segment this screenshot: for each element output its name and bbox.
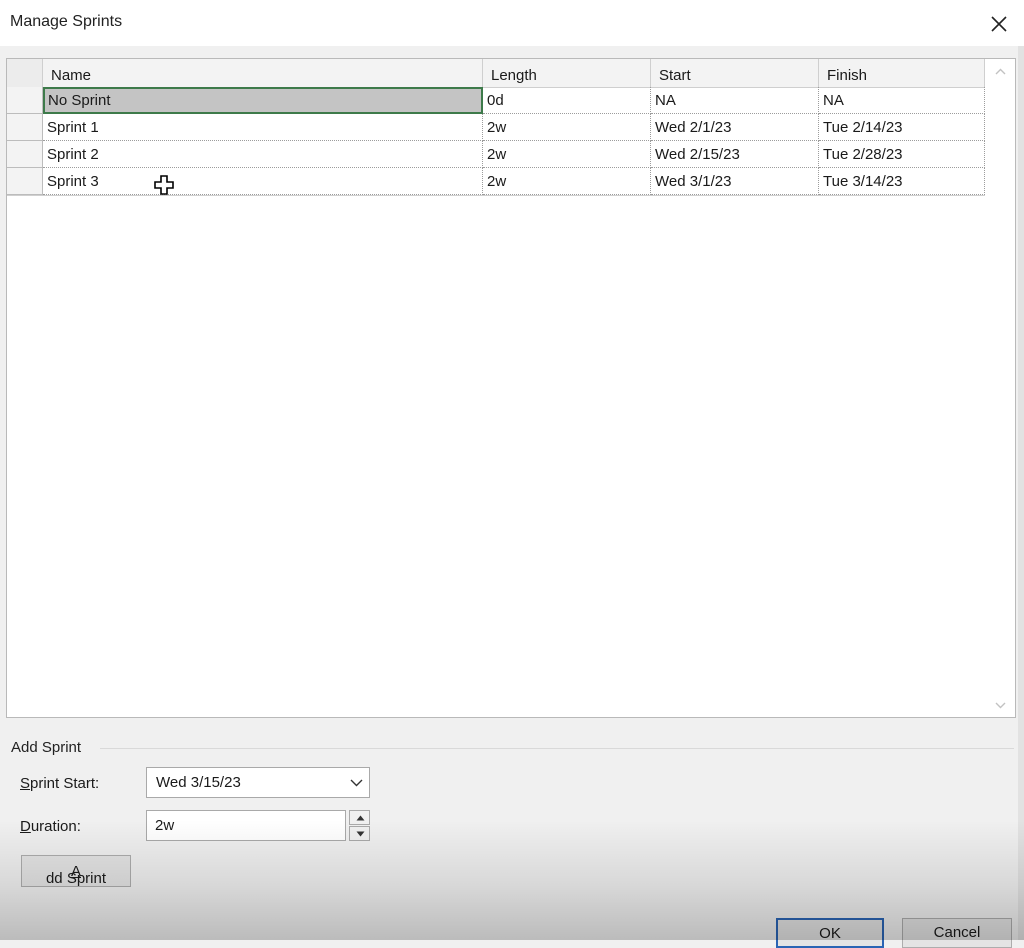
spin-down-button[interactable] xyxy=(349,826,370,841)
vertical-scrollbar[interactable] xyxy=(986,59,1015,717)
sprint-start-label: Sprint Start: xyxy=(20,775,99,792)
access-key: S xyxy=(20,775,31,792)
column-header-length[interactable]: Length xyxy=(483,59,651,87)
row-header[interactable] xyxy=(7,141,43,168)
cell-name[interactable]: Sprint 2 xyxy=(43,141,483,168)
column-header-finish[interactable]: Finish xyxy=(819,59,985,87)
grid-corner[interactable] xyxy=(7,59,43,87)
label-text: print Start: xyxy=(30,775,100,792)
table-row[interactable]: Sprint 1 2w Wed 2/1/23 Tue 2/14/23 xyxy=(7,114,985,141)
cell-text: Wed 3/1/23 xyxy=(655,173,732,190)
cell-text: Tue 2/28/23 xyxy=(823,146,903,163)
triangle-up-icon xyxy=(356,815,365,821)
cell-length[interactable]: 2w xyxy=(483,141,651,168)
cancel-button[interactable]: Cancel xyxy=(902,918,1012,948)
cell-length[interactable]: 0d xyxy=(483,87,651,114)
button-label: OK xyxy=(819,925,841,942)
button-label: Cancel xyxy=(933,924,981,941)
row-header[interactable] xyxy=(7,87,43,114)
triangle-down-icon xyxy=(356,831,365,837)
group-divider xyxy=(100,748,1014,749)
cell-text: Sprint 1 xyxy=(47,119,99,136)
cell-text: Sprint 3 xyxy=(47,173,99,190)
cell-length[interactable]: 2w xyxy=(483,168,651,195)
cell-text: Tue 2/14/23 xyxy=(823,119,903,136)
access-key: D xyxy=(20,818,31,835)
cell-text: Wed 2/1/23 xyxy=(655,119,732,136)
column-header-start[interactable]: Start xyxy=(651,59,819,87)
cell-start[interactable]: Wed 2/15/23 xyxy=(651,141,819,168)
cell-start[interactable]: NA xyxy=(651,87,819,114)
cell-text: No Sprint xyxy=(48,92,111,109)
button-label: Add Sprint xyxy=(22,863,130,887)
cell-name[interactable]: Sprint 1 xyxy=(43,114,483,141)
title-bar: Manage Sprints xyxy=(0,0,1024,46)
cell-name[interactable]: No Sprint xyxy=(43,87,483,114)
label-text: uration: xyxy=(30,818,81,835)
table-row[interactable]: Sprint 2 2w Wed 2/15/23 Tue 2/28/23 xyxy=(7,141,985,168)
cell-length[interactable]: 2w xyxy=(483,114,651,141)
cell-finish[interactable]: Tue 3/14/23 xyxy=(819,168,985,195)
cell-start[interactable]: Wed 3/1/23 xyxy=(651,168,819,195)
chevron-down-icon[interactable] xyxy=(350,779,363,787)
close-icon xyxy=(991,16,1007,32)
cell-name[interactable]: Sprint 3 xyxy=(43,168,483,195)
row-header[interactable] xyxy=(7,114,43,141)
cell-start[interactable]: Wed 2/1/23 xyxy=(651,114,819,141)
cell-finish[interactable]: NA xyxy=(819,87,985,114)
row-header[interactable] xyxy=(7,168,43,195)
column-header-label: Finish xyxy=(827,67,868,84)
column-header-label: Start xyxy=(659,67,691,84)
cell-text: Tue 3/14/23 xyxy=(823,173,903,190)
duration-value: 2w xyxy=(155,817,175,834)
column-header-label: Length xyxy=(491,67,537,84)
sprint-grid: Name Length Start Finish No Sprint 0d NA… xyxy=(6,58,1016,718)
window-edge xyxy=(1018,46,1024,940)
grid-header: Name Length Start Finish xyxy=(7,59,985,88)
sprint-start-dropdown[interactable]: Wed 3/15/23 xyxy=(146,767,370,798)
duration-spinner[interactable] xyxy=(349,810,370,841)
dialog-title: Manage Sprints xyxy=(10,13,123,30)
move-cursor-icon xyxy=(154,175,174,195)
cell-text: NA xyxy=(823,92,844,109)
close-button[interactable] xyxy=(976,4,1020,42)
cell-text: Sprint 2 xyxy=(47,146,99,163)
table-row[interactable]: No Sprint 0d NA NA xyxy=(7,87,985,114)
cell-text: NA xyxy=(655,92,676,109)
duration-field[interactable]: 2w xyxy=(146,810,346,841)
cell-text: 2w xyxy=(487,146,507,163)
ok-button[interactable]: OK xyxy=(776,918,884,948)
sprint-start-value: Wed 3/15/23 xyxy=(156,774,241,791)
label-text: dd Sprint xyxy=(45,870,107,887)
cell-text: 2w xyxy=(487,119,507,136)
cell-text: Wed 2/15/23 xyxy=(655,146,740,163)
add-sprint-group-label: Add Sprint xyxy=(11,739,82,756)
scroll-down-icon[interactable] xyxy=(995,702,1006,709)
scroll-up-icon[interactable] xyxy=(995,68,1006,75)
column-header-name[interactable]: Name xyxy=(43,59,483,87)
duration-label: Duration: xyxy=(20,818,81,835)
cell-text: 0d xyxy=(487,92,504,109)
column-header-label: Name xyxy=(51,67,92,84)
cell-finish[interactable]: Tue 2/14/23 xyxy=(819,114,985,141)
cell-text: 2w xyxy=(487,173,507,190)
cell-finish[interactable]: Tue 2/28/23 xyxy=(819,141,985,168)
add-sprint-button[interactable]: Add Sprint xyxy=(21,855,131,887)
spin-up-button[interactable] xyxy=(349,810,370,825)
